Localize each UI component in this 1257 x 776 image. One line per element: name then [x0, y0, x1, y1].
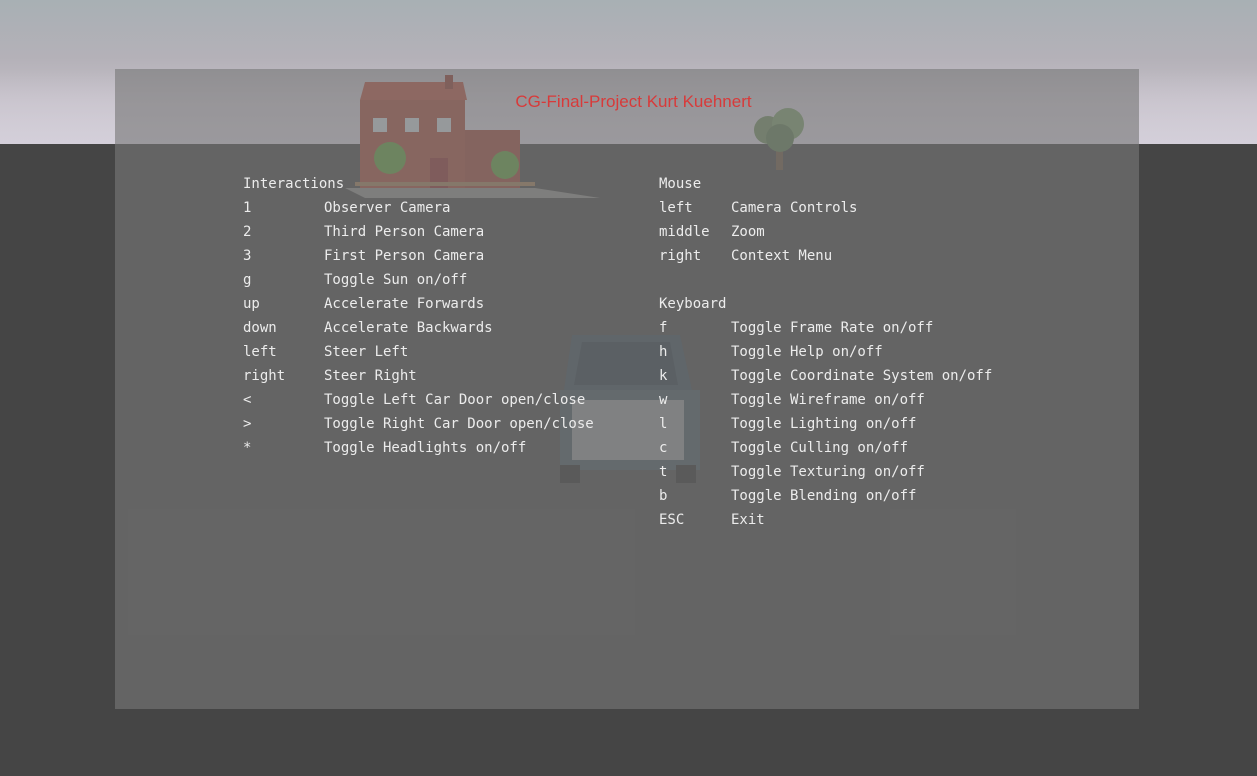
keyboard-row: ESC Exit	[659, 508, 992, 532]
action-label: Exit	[731, 512, 765, 528]
mouse-row: middle Zoom	[659, 220, 992, 244]
action-label: Context Menu	[731, 248, 833, 264]
keyboard-row: t Toggle Texturing on/off	[659, 460, 992, 484]
interaction-row: * Toggle Headlights on/off	[243, 436, 594, 460]
key-label: right	[243, 368, 286, 384]
action-label: Observer Camera	[324, 200, 451, 216]
keyboard-row: k Toggle Coordinate System on/off	[659, 364, 992, 388]
action-label: Toggle Headlights on/off	[324, 440, 527, 456]
keyboard-row: h Toggle Help on/off	[659, 340, 992, 364]
interaction-row: g Toggle Sun on/off	[243, 268, 594, 292]
interaction-row: 3 First Person Camera	[243, 244, 594, 268]
key-label: ESC	[659, 512, 685, 528]
action-label: Toggle Texturing on/off	[731, 464, 925, 480]
key-label: f	[659, 320, 668, 336]
help-title: CG-Final-Project Kurt Kuehnert	[515, 92, 752, 111]
key-label: right	[659, 248, 702, 264]
key-label: w	[659, 392, 668, 408]
key-label: up	[243, 296, 260, 312]
keyboard-row: b Toggle Blending on/off	[659, 484, 992, 508]
interaction-row: up Accelerate Forwards	[243, 292, 594, 316]
keyboard-row: c Toggle Culling on/off	[659, 436, 992, 460]
action-label: Toggle Help on/off	[731, 344, 883, 360]
action-label: Toggle Lighting on/off	[731, 416, 917, 432]
action-label: Toggle Right Car Door open/close	[324, 416, 594, 432]
interaction-row: left Steer Left	[243, 340, 594, 364]
interactions-column: Interactions 1 Observer Camera 2 Third Per…	[243, 172, 594, 460]
key-label: left	[243, 344, 277, 360]
keyboard-row: w Toggle Wireframe on/off	[659, 388, 992, 412]
action-label: Toggle Left Car Door open/close	[324, 392, 586, 408]
key-label: 3	[243, 248, 252, 264]
action-label: Toggle Sun on/off	[324, 272, 468, 288]
key-label: *	[243, 440, 252, 456]
key-label: g	[243, 272, 252, 288]
action-label: Accelerate Forwards	[324, 296, 485, 312]
key-label: down	[243, 320, 277, 336]
key-label: middle	[659, 224, 710, 240]
interactions-heading: Interactions	[243, 176, 345, 192]
key-label: >	[243, 416, 252, 432]
mouse-row: left Camera Controls	[659, 196, 992, 220]
action-label: Camera Controls	[731, 200, 858, 216]
action-label: Zoom	[731, 224, 765, 240]
interaction-row: down Accelerate Backwards	[243, 316, 594, 340]
keyboard-heading: Keyboard	[659, 296, 727, 312]
mouse-heading: Mouse	[659, 176, 702, 192]
action-label: Third Person Camera	[324, 224, 485, 240]
key-label: h	[659, 344, 668, 360]
interaction-row: > Toggle Right Car Door open/close	[243, 412, 594, 436]
key-label: <	[243, 392, 252, 408]
action-label: Toggle Culling on/off	[731, 440, 909, 456]
key-label: c	[659, 440, 668, 456]
key-label: l	[659, 416, 668, 432]
mouse-row: right Context Menu	[659, 244, 992, 268]
action-label: Toggle Blending on/off	[731, 488, 917, 504]
interaction-row: < Toggle Left Car Door open/close	[243, 388, 594, 412]
key-label: 1	[243, 200, 252, 216]
action-label: Steer Right	[324, 368, 417, 384]
keyboard-row: l Toggle Lighting on/off	[659, 412, 992, 436]
interaction-row: 2 Third Person Camera	[243, 220, 594, 244]
keyboard-row: f Toggle Frame Rate on/off	[659, 316, 992, 340]
key-label: left	[659, 200, 693, 216]
action-label: Steer Left	[324, 344, 409, 360]
interaction-row: right Steer Right	[243, 364, 594, 388]
action-label: Toggle Frame Rate on/off	[731, 320, 934, 336]
key-label: k	[659, 368, 668, 384]
key-label: t	[659, 464, 668, 480]
action-label: First Person Camera	[324, 248, 485, 264]
action-label: Toggle Wireframe on/off	[731, 392, 925, 408]
key-label: 2	[243, 224, 252, 240]
interaction-row: 1 Observer Camera	[243, 196, 594, 220]
action-label: Accelerate Backwards	[324, 320, 493, 336]
controls-column: Mouse left Camera Controls middle Zoom rig…	[659, 172, 992, 532]
key-label: b	[659, 488, 668, 504]
action-label: Toggle Coordinate System on/off	[731, 368, 993, 384]
